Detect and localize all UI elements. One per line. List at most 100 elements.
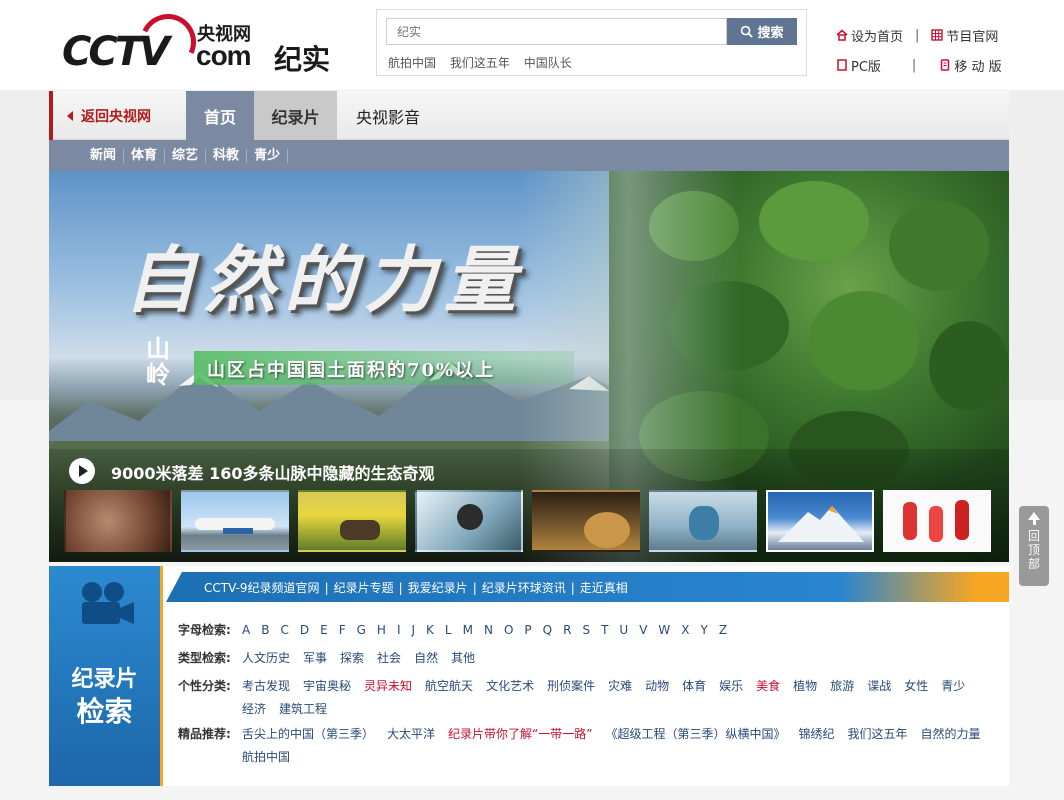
letter-link[interactable]: A (242, 619, 250, 647)
thumbnail-pottery[interactable] (64, 490, 172, 552)
set-home-link[interactable]: 设为首页 (836, 26, 903, 45)
thumbnail-airplane[interactable] (181, 490, 289, 552)
thumbnail-everest[interactable] (766, 490, 874, 552)
logo-channel-text: 纪实 (274, 43, 331, 76)
letter-link[interactable]: T (601, 619, 608, 647)
letter-link[interactable]: H (377, 619, 386, 647)
category-link[interactable]: 经济 (242, 698, 266, 721)
subnav-item-news[interactable]: 新闻 (83, 148, 125, 163)
featured-link[interactable]: 大太平洋 (387, 723, 435, 746)
subnav-item-sports[interactable]: 体育 (124, 148, 166, 163)
letter-link[interactable]: M (463, 619, 473, 647)
thumbnail-dog[interactable] (532, 490, 640, 552)
category-link[interactable]: 文化艺术 (486, 675, 534, 698)
tab-home[interactable]: 首页 (186, 91, 254, 140)
mobile-version-link[interactable]: 移 动 版 (939, 56, 1002, 75)
thumbnail-performers[interactable] (883, 490, 991, 552)
type-link[interactable]: 人文历史 (242, 647, 290, 675)
category-link[interactable]: 美食 (756, 675, 780, 698)
letter-link[interactable]: K (426, 619, 434, 647)
letter-link[interactable]: U (619, 619, 628, 647)
tab-documentary[interactable]: 纪录片 (254, 91, 337, 140)
thumbnail-surgeon[interactable] (649, 490, 757, 552)
category-link[interactable]: 航空航天 (425, 675, 473, 698)
hero-subtitle: 山区占中国国土面积的70%以上 (207, 360, 496, 381)
site-header: CCTV 央视网 com 纪实 搜索 航拍中国 我们这五年 中国队长 设为首页 … (0, 0, 1064, 90)
letter-link[interactable]: F (339, 619, 346, 647)
featured-link[interactable]: 自然的力量 (921, 723, 981, 746)
back-to-cctv-link[interactable]: 返回央视网 (49, 91, 186, 140)
letter-link[interactable]: P (524, 619, 531, 647)
type-link[interactable]: 探索 (340, 647, 364, 675)
type-link[interactable]: 社会 (377, 647, 401, 675)
letter-link[interactable]: N (484, 619, 493, 647)
letter-link[interactable]: C (280, 619, 288, 647)
thumbnail-rapeseed[interactable] (298, 490, 406, 552)
featured-link[interactable]: 航拍中国 (242, 746, 290, 769)
category-link[interactable]: 刑侦案件 (547, 675, 595, 698)
cctv-logo[interactable]: CCTV 央视网 com 纪实 (62, 6, 342, 78)
letter-link[interactable]: E (320, 619, 328, 647)
hot-link[interactable]: 我们这五年 (450, 56, 510, 70)
subnav-item-science[interactable]: 科教 (206, 148, 248, 163)
letter-link[interactable]: O (504, 619, 513, 647)
featured-link[interactable]: 舌尖上的中国（第三季） (242, 723, 374, 746)
top-link-global-news[interactable]: 纪录片环球资讯 (482, 581, 566, 595)
category-link[interactable]: 考古发现 (242, 675, 290, 698)
hot-link[interactable]: 中国队长 (524, 56, 572, 70)
thumbnail-strip (64, 490, 994, 552)
letter-link[interactable]: X (681, 619, 689, 647)
letter-link[interactable]: Z (719, 619, 727, 647)
category-link[interactable]: 娱乐 (719, 675, 743, 698)
letter-link[interactable]: B (261, 619, 269, 647)
category-link[interactable]: 谍战 (867, 675, 891, 698)
category-link[interactable]: 旅游 (830, 675, 854, 698)
type-link[interactable]: 其他 (451, 647, 475, 675)
category-link[interactable]: 青少 (941, 675, 965, 698)
subnav-item-youth[interactable]: 青少 (247, 148, 289, 163)
hero-banner[interactable]: 自然的力量 山岭 山区占中国国土面积的70%以上 9000米落差 160多条山脉… (49, 171, 1009, 562)
category-link[interactable]: 动物 (645, 675, 669, 698)
search-button[interactable]: 搜索 (727, 18, 797, 45)
featured-link[interactable]: 我们这五年 (848, 723, 908, 746)
letter-link[interactable]: Q (543, 619, 552, 647)
letter-link[interactable]: D (300, 619, 309, 647)
pc-version-link[interactable]: PC版 (836, 56, 881, 75)
top-link-topics[interactable]: 纪录片专题 (334, 581, 394, 595)
featured-link[interactable]: 纪录片带你了解“一带一路” (448, 723, 592, 746)
letter-link[interactable]: J (411, 619, 415, 647)
hot-link[interactable]: 航拍中国 (388, 56, 436, 70)
letter-link[interactable]: G (357, 619, 366, 647)
top-link-cctv9[interactable]: CCTV-9纪录频道官网 (204, 581, 320, 595)
play-icon[interactable] (69, 458, 95, 484)
type-link[interactable]: 军事 (303, 647, 327, 675)
type-link[interactable]: 自然 (414, 647, 438, 675)
back-to-top-button[interactable]: 回顶部 (1019, 506, 1049, 586)
letter-link[interactable]: Y (701, 619, 708, 647)
film-camera-icon (82, 582, 134, 624)
featured-link[interactable]: 锦绣纪 (798, 723, 834, 746)
letter-link[interactable]: R (563, 619, 571, 647)
category-link[interactable]: 建筑工程 (279, 698, 327, 721)
category-link[interactable]: 体育 (682, 675, 706, 698)
top-link-love-doc[interactable]: 我爱纪录片 (408, 581, 468, 595)
featured-link[interactable]: 《超级工程（第三季）纵横中国》 (605, 723, 785, 746)
category-link[interactable]: 宇宙奥秘 (303, 675, 351, 698)
category-link[interactable]: 女性 (904, 675, 928, 698)
top-link-truth[interactable]: 走近真相 (580, 581, 628, 595)
tab-cctv-video[interactable]: 央视影音 (337, 91, 439, 140)
letter-link[interactable]: L (445, 619, 452, 647)
program-site-link[interactable]: 节目官网 (931, 26, 998, 45)
letter-link[interactable]: V (639, 619, 647, 647)
letter-link[interactable]: I (397, 619, 401, 647)
letter-list: ABCDEFGHIJKLMNOPQRSTUVWXYZ (242, 619, 998, 647)
subnav-item-variety[interactable]: 综艺 (165, 148, 207, 163)
search-input[interactable] (386, 18, 727, 45)
thumbnail-cyclist[interactable] (415, 490, 523, 552)
letter-link[interactable]: S (582, 619, 590, 647)
category-link[interactable]: 灾难 (608, 675, 632, 698)
category-link[interactable]: 植物 (793, 675, 817, 698)
hero-caption[interactable]: 9000米落差 160多条山脉中隐藏的生态奇观 (111, 460, 435, 484)
letter-link[interactable]: W (658, 619, 670, 647)
category-link[interactable]: 灵异未知 (364, 675, 412, 698)
